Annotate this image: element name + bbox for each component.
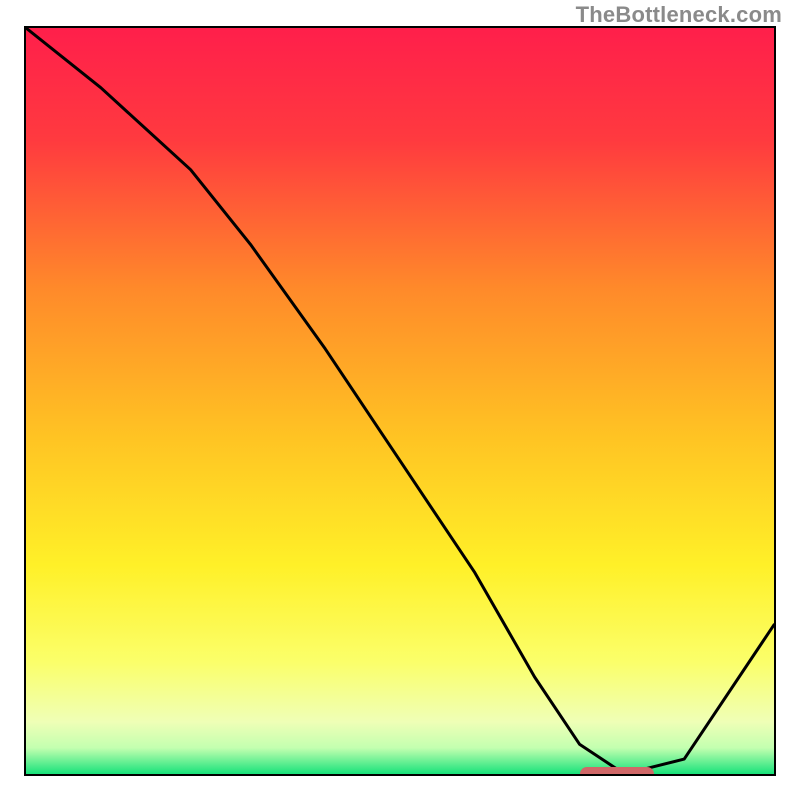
attribution-label: TheBottleneck.com xyxy=(576,2,782,28)
optimal-zone-indicator xyxy=(580,767,655,776)
bottleneck-curve xyxy=(26,28,774,774)
chart-container: TheBottleneck.com xyxy=(0,0,800,800)
plot-area xyxy=(24,26,776,776)
